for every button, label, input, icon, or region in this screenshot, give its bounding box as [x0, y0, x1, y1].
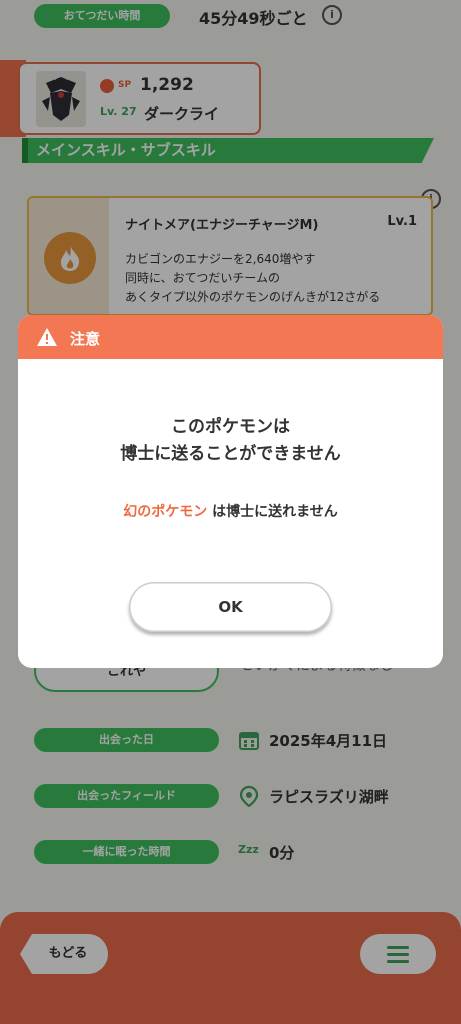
ok-button[interactable]: OK	[129, 582, 332, 632]
dialog-header: 注意	[18, 315, 443, 359]
alert-dialog: 注意 このポケモンは 博士に送ることができません 幻のポケモン は博士に送れませ…	[18, 315, 443, 668]
warning-icon	[37, 328, 57, 346]
dialog-note-text: は博士に送れません	[207, 504, 338, 520]
dialog-message-line1: このポケモンは	[171, 417, 290, 437]
dialog-note: 幻のポケモン は博士に送れません	[18, 501, 443, 521]
dialog-message-line2: 博士に送ることができません	[120, 444, 341, 464]
dialog-title: 注意	[70, 330, 101, 348]
dialog-note-highlight: 幻のポケモン	[123, 504, 208, 520]
